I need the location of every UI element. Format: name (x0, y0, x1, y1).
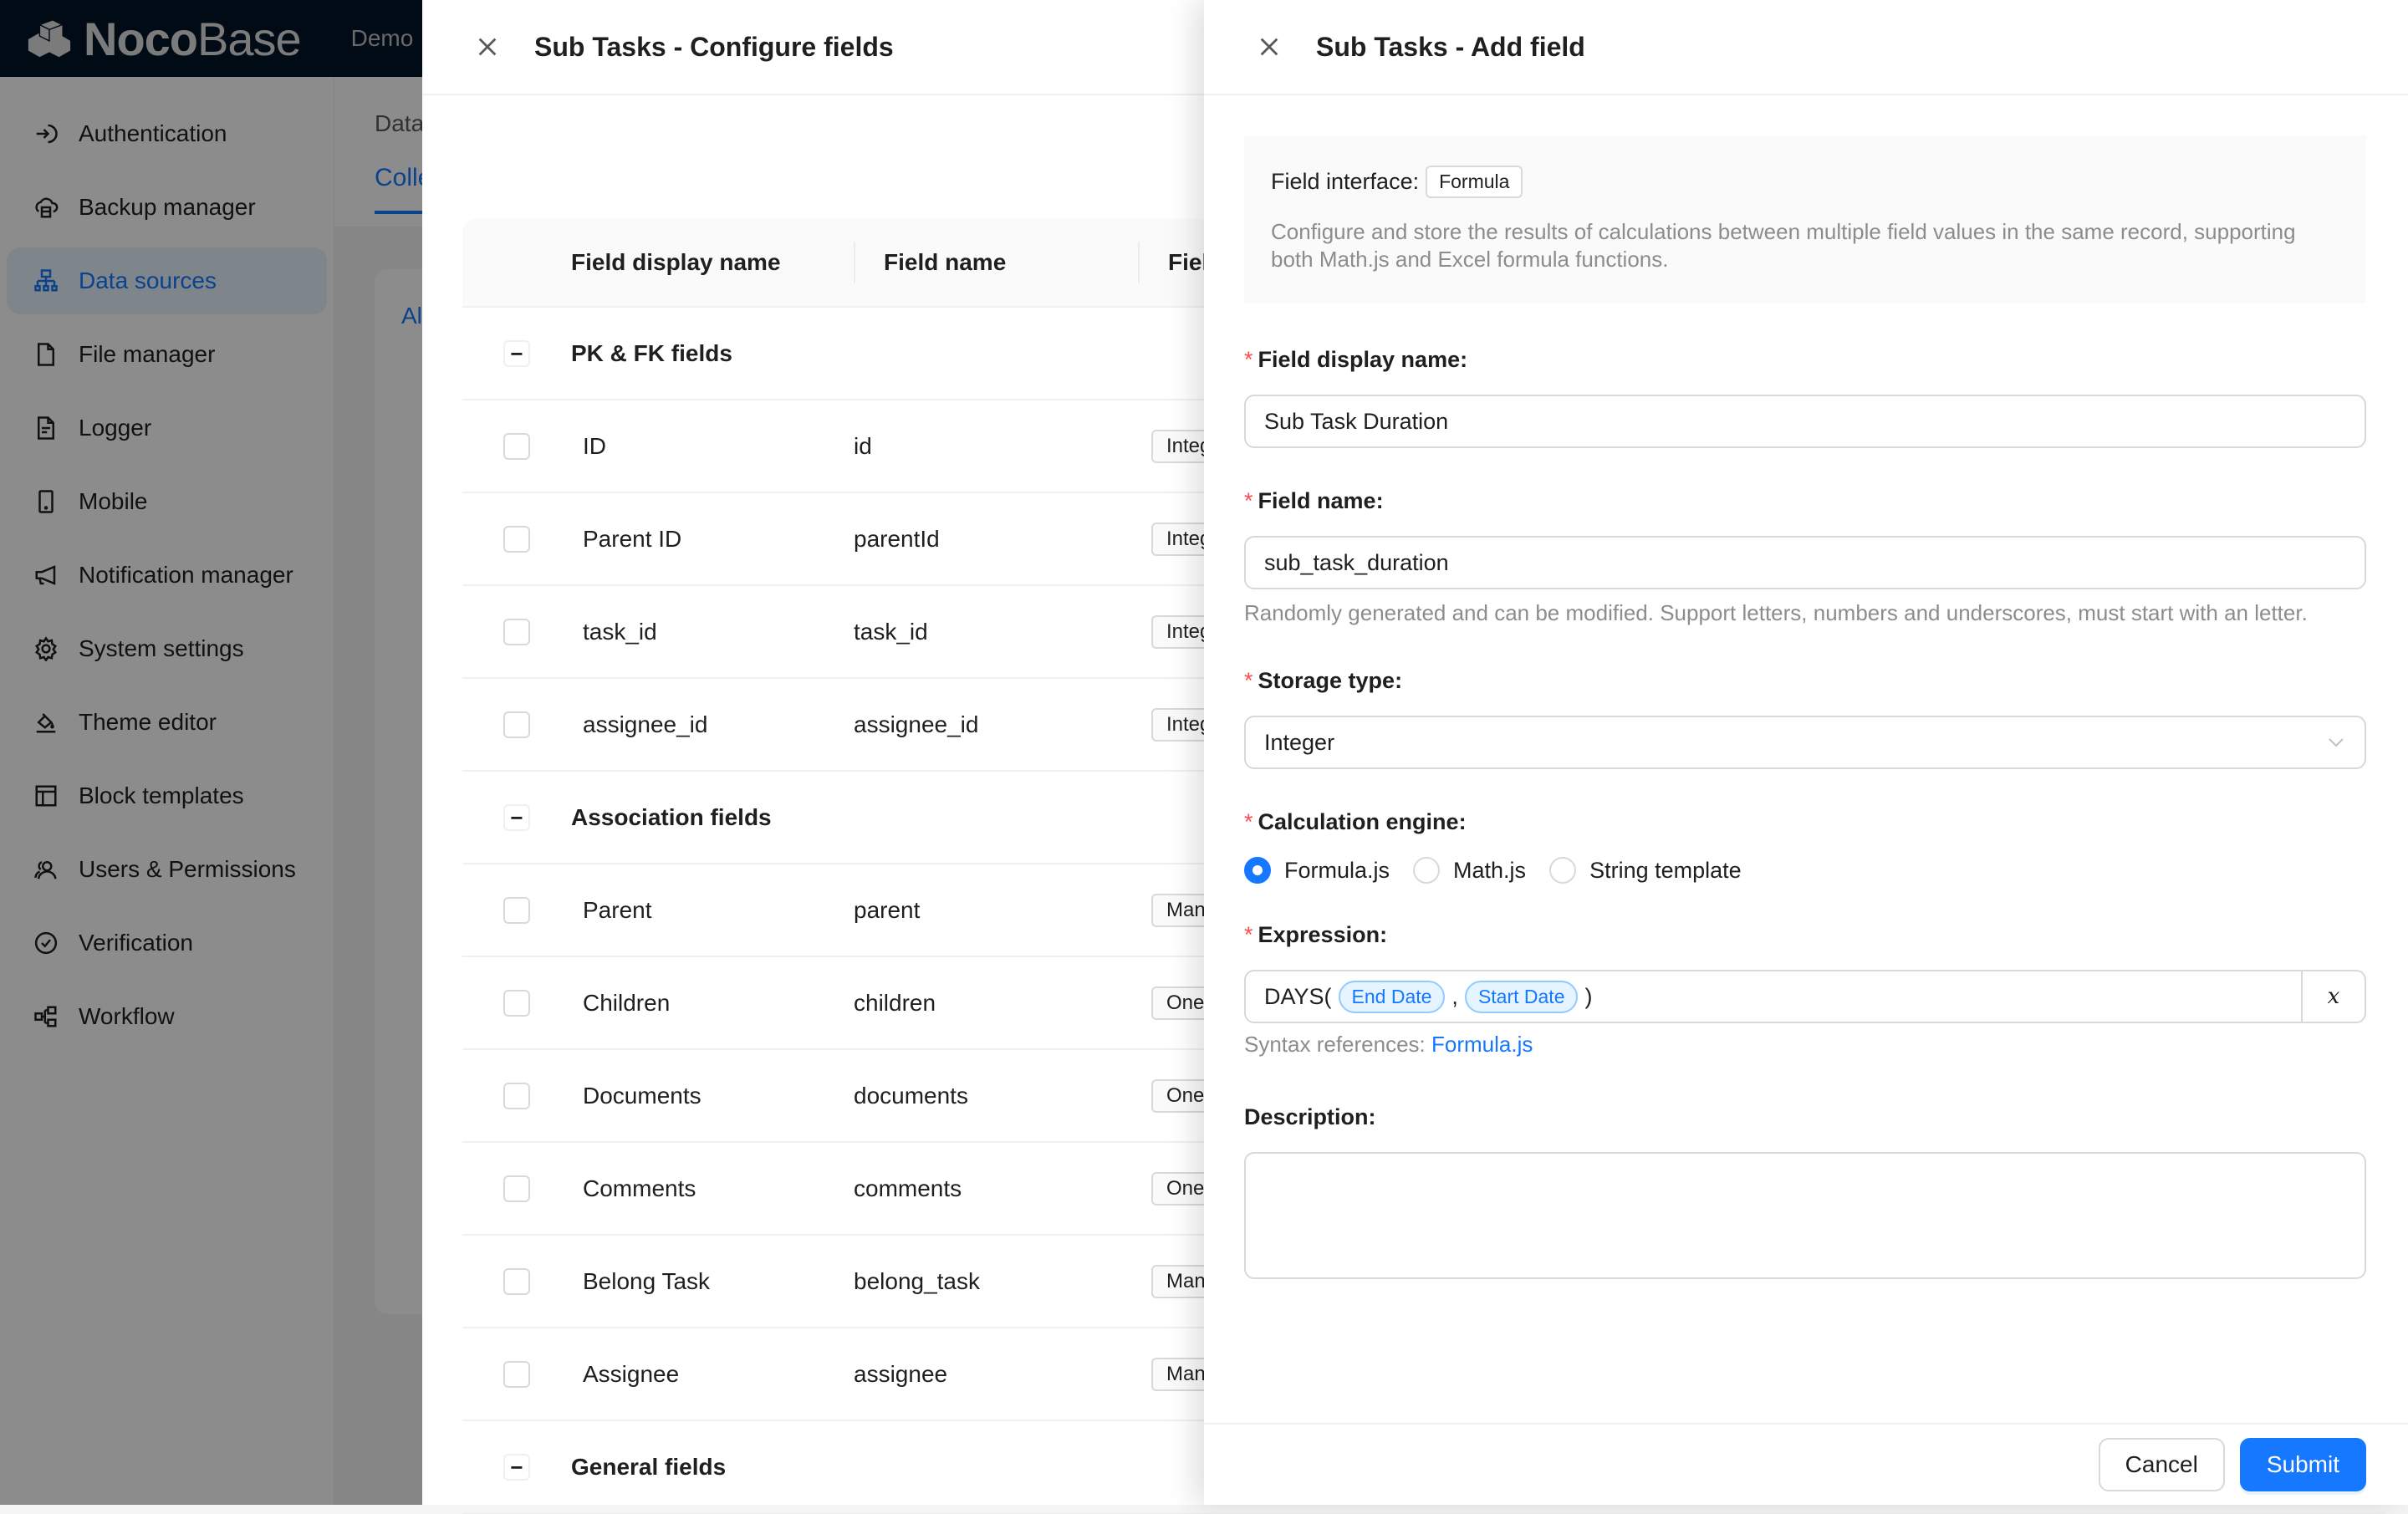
description-textarea[interactable] (1244, 1152, 2366, 1279)
field-name: children (854, 990, 1123, 1017)
field-display-name: Belong Task (571, 1268, 854, 1295)
field-display-name: task_id (571, 619, 854, 645)
group-label: Association fields (571, 804, 854, 831)
form-item-expression: *Expression: DAYS( End Date , Start Date… (1244, 922, 2366, 1058)
field-display-name: Comments (571, 1175, 854, 1202)
display-name-label: Field display name (1258, 347, 1461, 372)
field-name-label: Field name (1258, 488, 1376, 513)
field-interface-info: Field interface: Formula Configure and s… (1244, 135, 2366, 303)
expression-input[interactable]: DAYS( End Date , Start Date ) (1244, 970, 2303, 1023)
variable-tag-start-date[interactable]: Start Date (1465, 981, 1579, 1013)
field-display-name: assignee_id (571, 711, 854, 738)
close-icon[interactable] (1252, 30, 1286, 64)
required-mark: * (1244, 488, 1253, 513)
drawer-header: Sub Tasks - Add field (1204, 0, 2408, 95)
syntax-references: Syntax references: Formula.js (1244, 1032, 2366, 1058)
form-item-display-name: *Field display name: Sub Task Duration (1244, 347, 2366, 448)
row-checkbox[interactable] (503, 1361, 530, 1388)
variable-tag-end-date[interactable]: End Date (1339, 981, 1446, 1013)
collapse-icon[interactable]: − (503, 1454, 530, 1481)
field-display-name: Documents (571, 1083, 854, 1109)
row-checkbox[interactable] (503, 1083, 530, 1109)
required-mark: * (1244, 809, 1253, 834)
field-interface-label: Field interface: (1271, 169, 1419, 195)
expression-function: DAYS( (1264, 984, 1332, 1010)
field-interface-tag: Formula (1426, 166, 1523, 198)
expression-separator: , (1451, 984, 1458, 1010)
field-name: comments (854, 1175, 1123, 1202)
app-root: NocoBase Demo Authentication Backup mana… (0, 0, 2408, 1505)
field-name: assignee (854, 1361, 1123, 1388)
engine-label: Calculation engine (1258, 809, 1459, 834)
storage-type-label: Storage type (1258, 668, 1395, 693)
drawer-footer: Cancel Submit (1204, 1423, 2408, 1505)
drawer-title: Sub Tasks - Configure fields (534, 32, 894, 63)
field-name: documents (854, 1083, 1123, 1109)
radio-mathjs[interactable]: Math.js (1413, 857, 1526, 884)
drawer-title: Sub Tasks - Add field (1316, 32, 1585, 63)
column-header-field-name: Field name (884, 249, 1138, 276)
display-name-input[interactable]: Sub Task Duration (1244, 395, 2366, 448)
required-mark: * (1244, 668, 1253, 693)
description-label: Description (1244, 1104, 1369, 1129)
form-item-calculation-engine: *Calculation engine: Formula.js Math.js … (1244, 809, 2366, 884)
radio-button-checked[interactable] (1244, 857, 1271, 884)
collapse-icon[interactable]: − (503, 804, 530, 831)
radio-button[interactable] (1413, 857, 1440, 884)
field-display-name: Parent ID (571, 526, 854, 553)
field-name: parent (854, 897, 1123, 924)
field-display-name: Assignee (571, 1361, 854, 1388)
field-interface-description: Configure and store the results of calcu… (1271, 218, 2339, 273)
required-mark: * (1244, 347, 1253, 372)
syntax-label: Syntax references: (1244, 1032, 1426, 1057)
column-header-display-name: Field display name (571, 249, 854, 276)
field-display-name: ID (571, 433, 854, 460)
storage-type-value: Integer (1264, 730, 1334, 756)
collapse-icon[interactable]: − (503, 340, 530, 367)
radio-formulajs[interactable]: Formula.js (1244, 857, 1390, 884)
form-item-field-name: *Field name: sub_task_duration Randomly … (1244, 488, 2366, 631)
field-name: parentId (854, 526, 1123, 553)
row-checkbox[interactable] (503, 619, 530, 645)
expression-close-paren: ) (1584, 984, 1592, 1010)
group-label: General fields (571, 1454, 854, 1481)
form-item-description: Description: (1244, 1104, 2366, 1279)
radio-string-template[interactable]: String template (1549, 857, 1742, 884)
field-name: belong_task (854, 1268, 1123, 1295)
add-field-drawer: Sub Tasks - Add field Field interface: F… (1204, 0, 2408, 1505)
radio-label: String template (1589, 858, 1742, 884)
radio-label: Formula.js (1284, 858, 1390, 884)
radio-label: Math.js (1453, 858, 1526, 884)
field-display-name: Parent (571, 897, 854, 924)
cancel-button[interactable]: Cancel (2099, 1438, 2225, 1491)
chevron-down-icon (2326, 732, 2346, 752)
row-checkbox[interactable] (503, 1175, 530, 1202)
expression-label: Expression (1258, 922, 1380, 947)
formulajs-link[interactable]: Formula.js (1431, 1032, 1533, 1057)
field-display-name: Children (571, 990, 854, 1017)
row-checkbox[interactable] (503, 990, 530, 1017)
add-field-form: Field interface: Formula Configure and s… (1204, 97, 2408, 1423)
radio-button[interactable] (1549, 857, 1576, 884)
row-checkbox[interactable] (503, 711, 530, 738)
required-mark: * (1244, 922, 1253, 947)
storage-type-select[interactable]: Integer (1244, 716, 2366, 769)
row-checkbox[interactable] (503, 1268, 530, 1295)
field-name-help: Randomly generated and can be modified. … (1244, 594, 2366, 631)
row-checkbox[interactable] (503, 433, 530, 460)
submit-button[interactable]: Submit (2240, 1438, 2366, 1491)
field-name: id (854, 433, 1123, 460)
close-icon[interactable] (471, 30, 504, 64)
field-name: task_id (854, 619, 1123, 645)
variable-picker-button[interactable]: x (2303, 970, 2366, 1023)
form-item-storage-type: *Storage type: Integer (1244, 668, 2366, 769)
group-label: PK & FK fields (571, 340, 854, 367)
row-checkbox[interactable] (503, 897, 530, 924)
row-checkbox[interactable] (503, 526, 530, 553)
field-name-input[interactable]: sub_task_duration (1244, 536, 2366, 589)
engine-radio-group: Formula.js Math.js String template (1244, 857, 2366, 884)
expression-editor: DAYS( End Date , Start Date ) x (1244, 970, 2366, 1023)
field-name: assignee_id (854, 711, 1123, 738)
